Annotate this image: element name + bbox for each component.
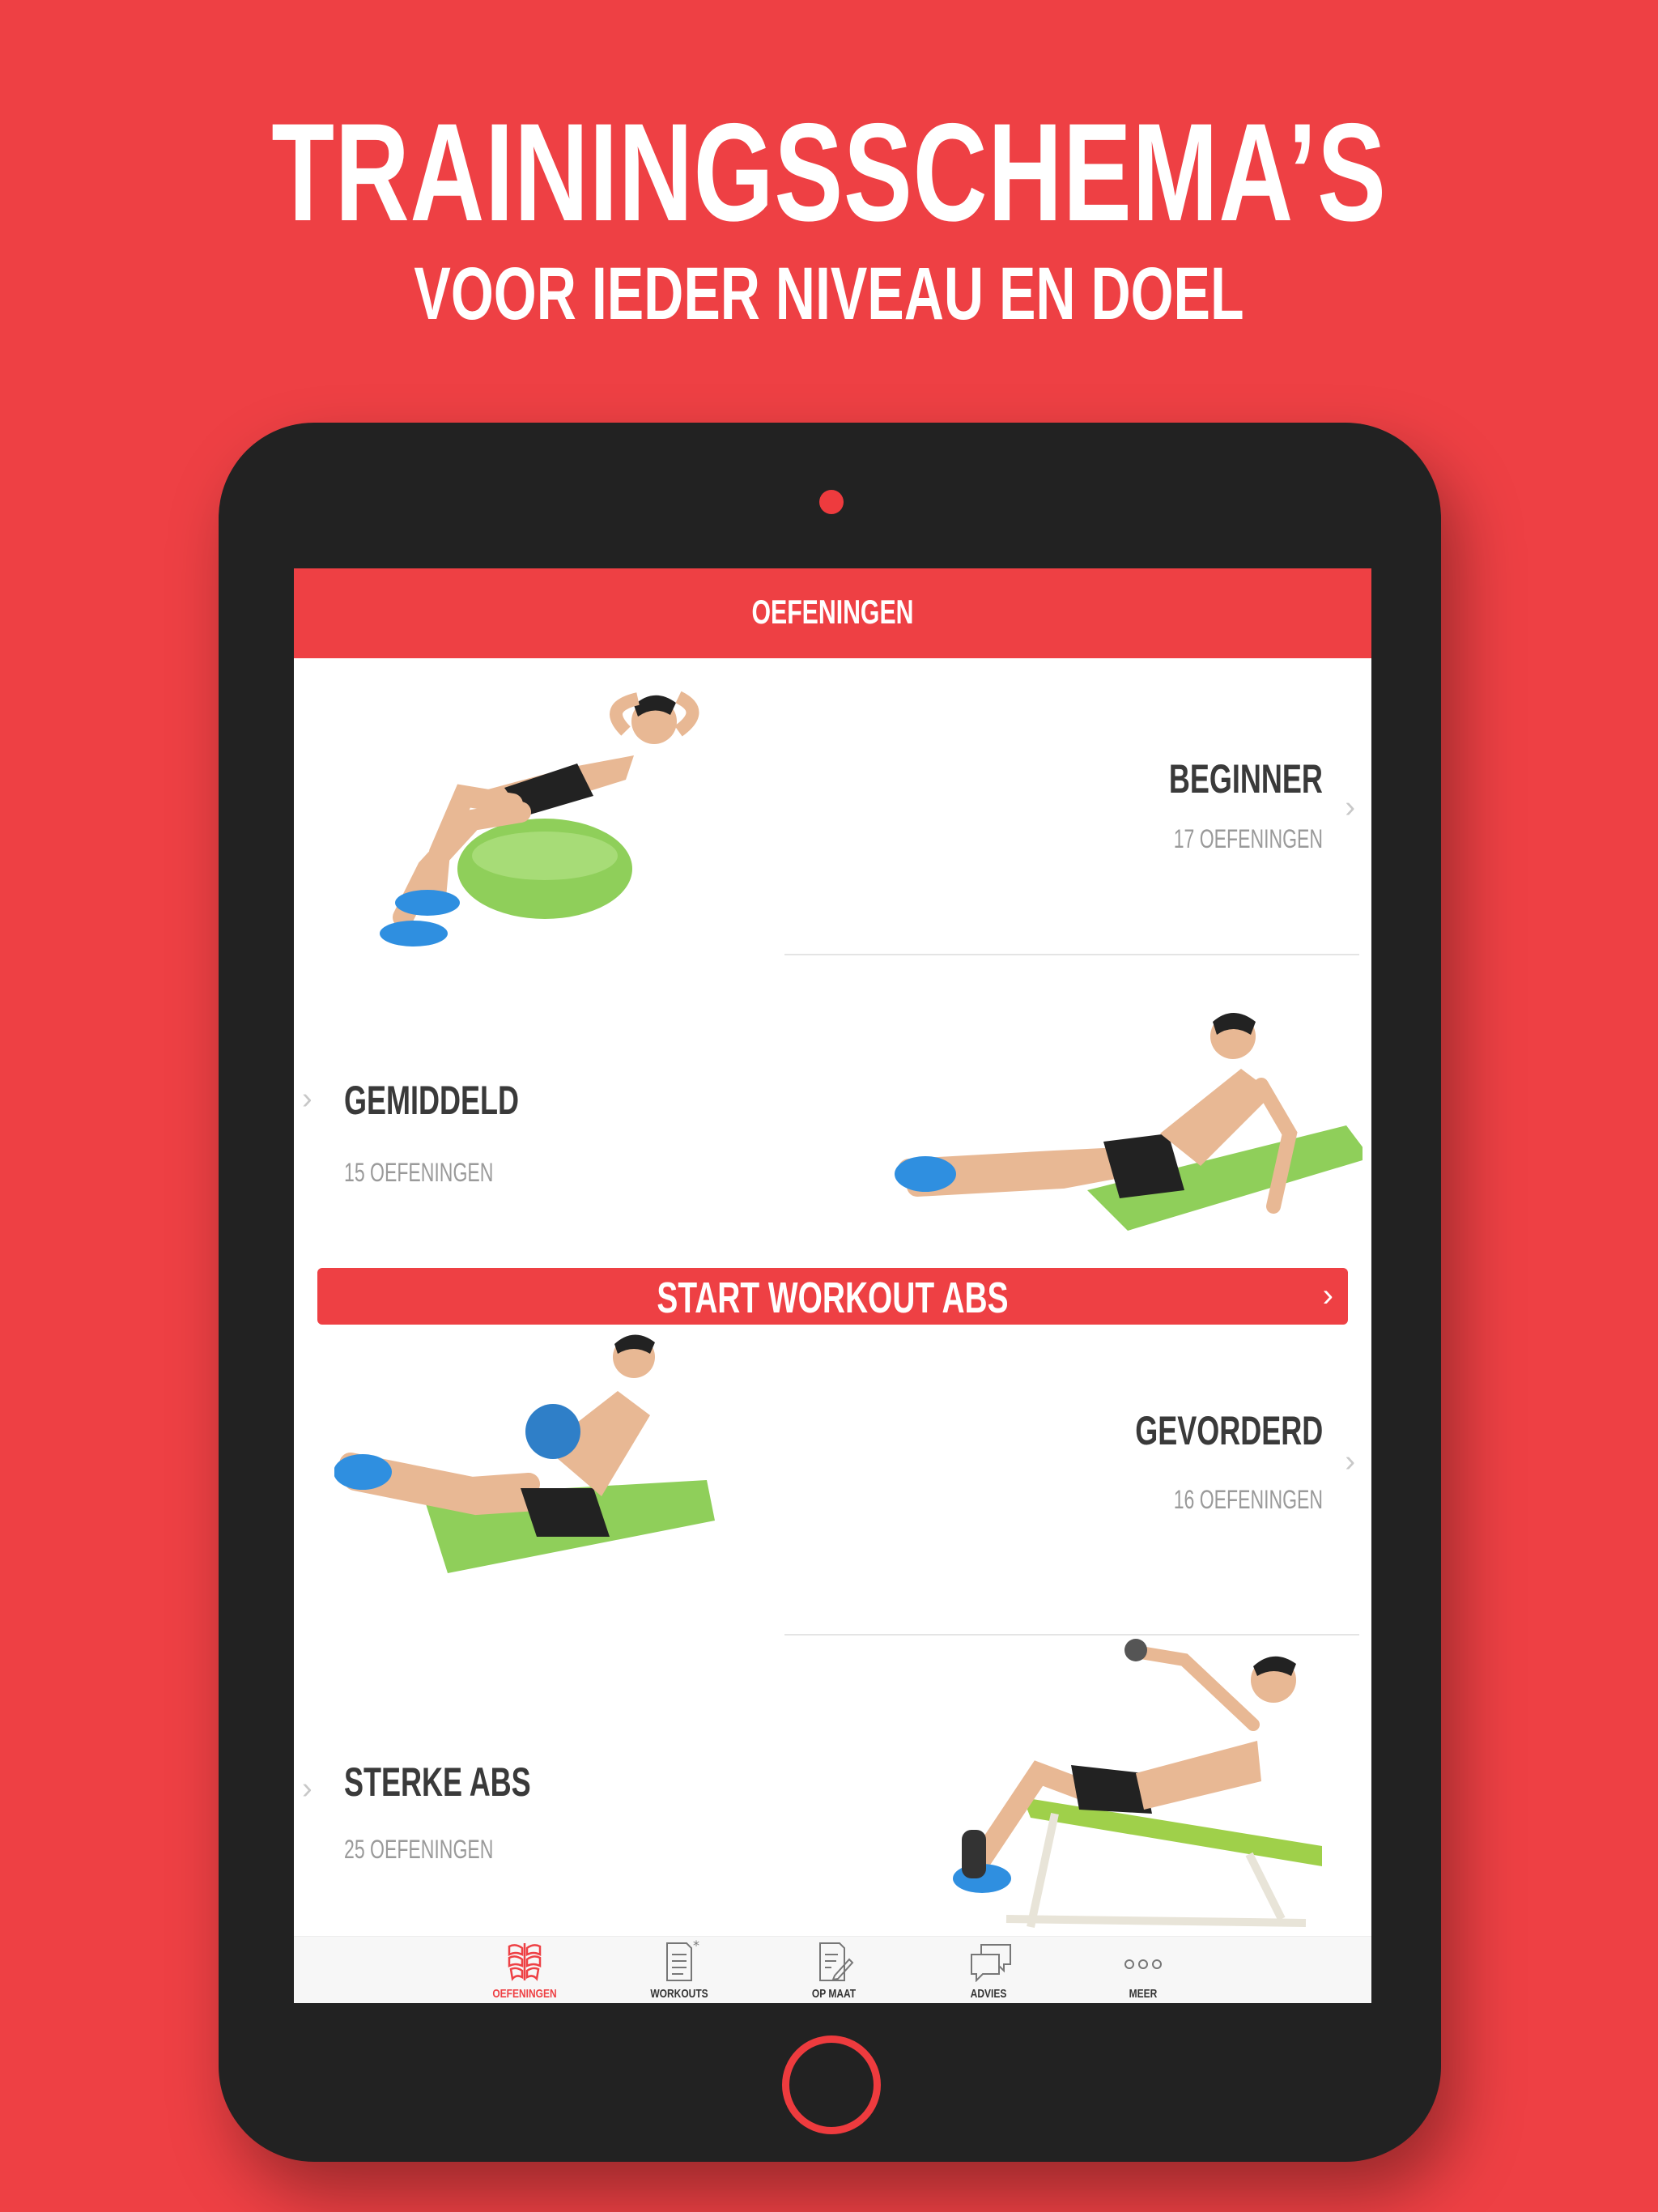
level-title: STERKE ABS [344,1759,531,1805]
more-icon [1124,1959,1162,1969]
exercise-ball-crunch-illustration [380,691,699,946]
ball-v-sit-illustration [334,1334,715,1573]
start-workout-label: START WORKOUT ABS [657,1274,1009,1322]
level-count: 15 OEFENINGEN [344,1158,494,1187]
chevron-right-icon: › [1345,1444,1355,1478]
navigation-bar: OEFENINGEN [294,568,1371,658]
edit-document-icon [819,1942,854,1981]
chevron-right-icon: › [302,1082,312,1116]
chevron-right-icon: › [1322,1278,1333,1313]
abs-icon [508,1943,542,1981]
level-count: 17 OEFENINGEN [1173,824,1323,853]
level-count: 16 OEFENINGEN [1173,1485,1323,1514]
start-workout-button[interactable]: START WORKOUT ABS › [317,1268,1348,1325]
tab-label: WORKOUTS [650,1987,708,2001]
app-screen: OEFENINGEN BEGINNER 17 OEFENINGEN › › GE… [294,568,1371,2003]
tab-oefeningen[interactable]: OEFENINGEN [460,1937,589,2003]
level-row-sterke-abs[interactable]: › STERKE ABS 25 OEFENINGEN [294,1636,1371,1935]
tab-label: MEER [1129,1987,1158,2001]
subheadline: VOOR IEDER NIVEAU EN DOEL [414,253,1244,335]
home-button[interactable] [782,2035,881,2134]
tab-advies[interactable]: ADVIES [924,1937,1053,2003]
level-title: GEMIDDELD [344,1078,519,1123]
camera-dot [819,490,844,514]
level-row-beginner[interactable]: BEGINNER 17 OEFENINGEN › [294,658,1371,954]
tab-label: OP MAAT [811,1987,857,2001]
tab-bar: OEFENINGEN * WORKOUTS OP MAAT ADVIES MEE… [294,1936,1371,2003]
tab-op-maat[interactable]: OP MAAT [769,1937,899,2003]
nav-title: OEFENINGEN [751,593,914,631]
tab-meer[interactable]: MEER [1078,1937,1208,2003]
level-count: 25 OEFENINGEN [344,1835,494,1864]
level-row-gevorderd[interactable]: GEVORDERD 16 OEFENINGEN › [294,1326,1371,1634]
level-row-gemiddeld[interactable]: › GEMIDDELD 15 OEFENINGEN [294,955,1371,1263]
document-icon: * [666,1940,699,1981]
chevron-right-icon: › [302,1772,312,1806]
chat-icon [971,1944,1011,1982]
level-title: GEVORDERD [1134,1408,1323,1453]
level-title: BEGINNER [1168,756,1323,802]
v-sit-illustration [895,1013,1363,1231]
chevron-right-icon: › [1345,790,1355,824]
tab-workouts[interactable]: * WORKOUTS [614,1937,744,2003]
tab-label: ADVIES [970,1987,1007,2001]
bench-crunch-illustration [953,1639,1322,1929]
tab-label: OEFENINGEN [492,1987,557,2001]
svg-text:*: * [693,1940,699,1953]
headline: TRAININGSSCHEMA’S [271,95,1387,250]
